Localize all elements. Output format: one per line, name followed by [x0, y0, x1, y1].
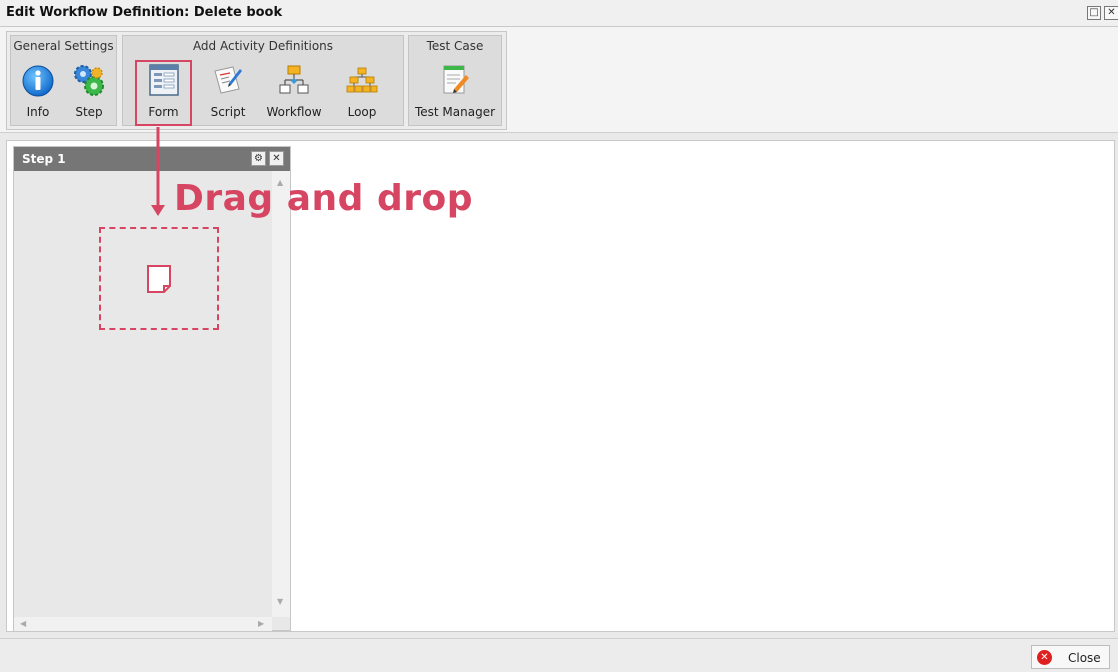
window-title: Edit Workflow Definition: Delete book: [6, 5, 283, 20]
horizontal-scrollbar[interactable]: ◀ ▶: [14, 617, 272, 631]
script-button[interactable]: Script: [201, 60, 255, 126]
restore-icon: □: [1089, 7, 1099, 18]
step-title: Step 1: [22, 152, 66, 166]
form-placeholder-icon: [147, 265, 171, 293]
group-add-activity-definitions: Add Activity Definitions Form Script Wor…: [122, 35, 404, 126]
scroll-down-arrow-icon[interactable]: ▼: [277, 598, 283, 606]
close-red-icon: ✕: [1037, 650, 1052, 665]
title-bar: Edit Workflow Definition: Delete book □ …: [0, 0, 1118, 27]
scroll-left-arrow-icon[interactable]: ◀: [20, 620, 26, 628]
gear-icon: ⚙: [254, 153, 263, 164]
group-label-add-activity: Add Activity Definitions: [192, 39, 334, 53]
workflow-label: Workflow: [266, 105, 322, 119]
drag-arrow-icon: [151, 127, 165, 216]
loop-label: Loop: [347, 105, 377, 119]
group-test-case: Test Case Test Manager: [408, 35, 502, 126]
test-manager-label: Test Manager: [414, 105, 496, 119]
test-manager-icon: [443, 65, 469, 94]
step-button[interactable]: Step: [65, 60, 113, 126]
group-general-settings: General Settings Info Step: [10, 35, 117, 126]
info-icon: [22, 65, 54, 97]
step-label: Step: [75, 105, 103, 119]
info-button[interactable]: Info: [14, 60, 62, 126]
form-label: Form: [148, 105, 179, 119]
info-label: Info: [26, 105, 50, 119]
loop-icon: [346, 67, 378, 93]
vertical-scrollbar[interactable]: ▲ ▼: [272, 171, 290, 617]
form-icon: [148, 64, 179, 96]
close-window-button[interactable]: ✕: [1104, 6, 1118, 20]
workflow-button[interactable]: Workflow: [264, 60, 324, 126]
drag-and-drop-annotation: Drag and drop: [174, 178, 473, 219]
workflow-icon: [279, 65, 309, 94]
close-icon: ✕: [272, 153, 281, 164]
group-label-general-settings: General Settings: [13, 39, 114, 53]
group-label-test-case: Test Case: [426, 39, 484, 53]
toolbar: General Settings Info Step Add Activity …: [6, 31, 507, 130]
scroll-right-arrow-icon[interactable]: ▶: [258, 620, 264, 628]
form-button[interactable]: Form: [135, 60, 192, 126]
drop-zone: [99, 227, 219, 330]
close-label: Close: [1068, 651, 1101, 665]
script-icon: [214, 66, 242, 94]
footer-bar: [0, 638, 1118, 672]
toolbar-area: General Settings Info Step Add Activity …: [0, 27, 1118, 133]
test-manager-button[interactable]: Test Manager: [411, 60, 499, 126]
step-settings-button[interactable]: ⚙: [251, 151, 266, 166]
close-icon: ✕: [1107, 7, 1116, 18]
loop-button[interactable]: Loop: [335, 60, 389, 126]
step-close-button[interactable]: ✕: [269, 151, 284, 166]
close-button[interactable]: ✕ Close: [1031, 645, 1110, 669]
restore-window-button[interactable]: □: [1087, 6, 1101, 20]
script-label: Script: [210, 105, 246, 119]
gears-icon: [74, 65, 104, 96]
